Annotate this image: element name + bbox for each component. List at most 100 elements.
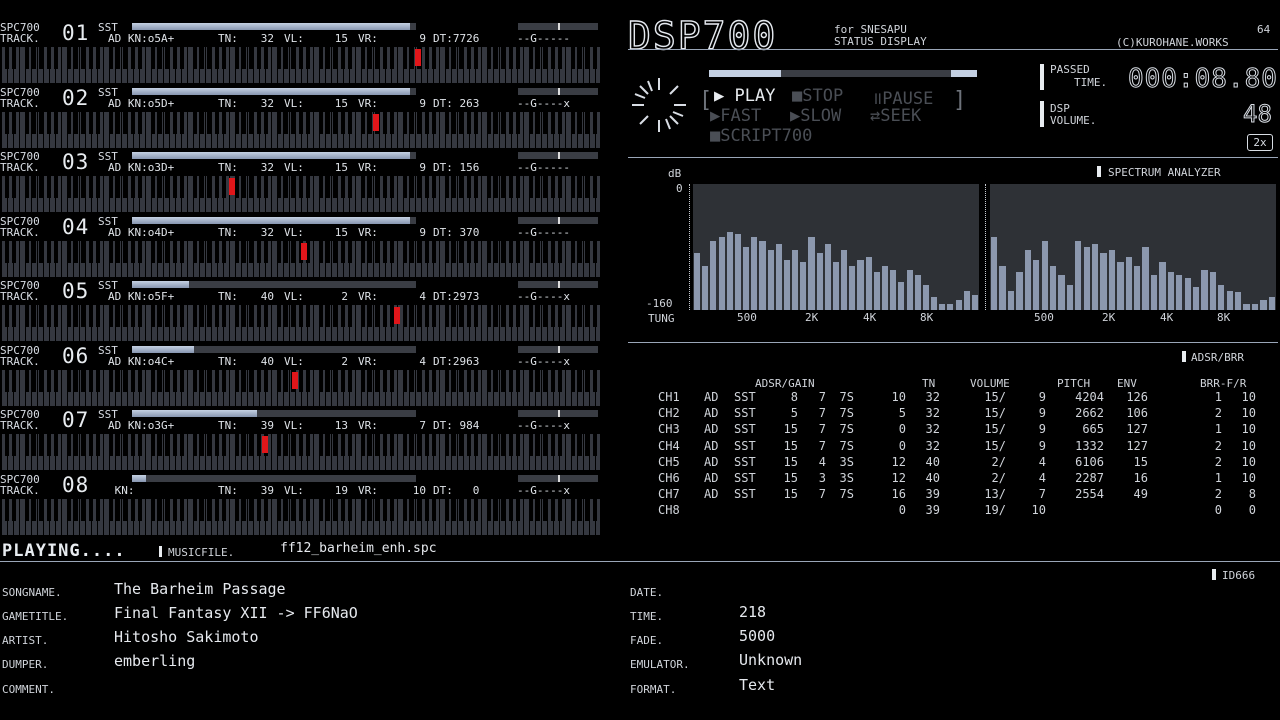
track-vr-value: 9 [419,32,426,45]
track-level-fill [132,23,411,30]
dsp-mult-badge[interactable]: 2x [1247,134,1273,151]
keyboard-keys [2,305,600,341]
track-mask: --G----x [517,483,570,497]
seek-button[interactable]: ⇄SEEK [870,106,921,126]
track-8[interactable]: SPC700 TRACK. 08 KN: TN: 39 VL: 19 VR: 10 DT: 0 --… [0,474,602,538]
musicfile-label: MUSICFILE. [168,546,235,559]
adsr-cell: 15 [783,422,798,437]
adsr-cell: AD [704,422,719,437]
play-label: PLAY [734,86,776,106]
track-level-fill [132,281,189,288]
adsr-cell: 0 [898,422,906,437]
fast-button[interactable]: ▶FAST [710,106,761,126]
track-2[interactable]: SPC700 TRACK. 02 SST AD KN:o5D+ TN: 32 VL: 15 VR:… [0,87,602,151]
track-keyboard[interactable] [2,47,600,83]
track-keyboard[interactable] [2,498,600,535]
track-vr-label: VR: [358,32,378,45]
track-3[interactable]: SPC700 TRACK. 03 SST AD KN:o3D+ TN: 32 VL: 15 VR:… [0,151,602,215]
spectrum-bar [1226,291,1233,310]
fade-value: 5000 [739,627,776,645]
spectrum-title: SPECTRUM ANALYZER [1108,166,1221,179]
track-vl-label: VL: [284,96,304,110]
spectrum-bar [1142,247,1149,310]
adsr-table: CH1 AD SST 8 7 7S 10 32 15/9 4204 126 1 10 CH2 AD SST 5 7… [658,390,1258,522]
slow-button[interactable]: ▶SLOW [790,106,841,126]
header-for: for SNESAPU [834,23,907,36]
adsr-channel-label: CH8 [658,503,680,518]
tune-label: TUNG [648,312,675,325]
spectrum-bar [1007,291,1015,310]
track-params: AD KN:o4C+ [108,356,174,367]
track-keyboard[interactable] [2,111,600,148]
spectrum-tick-label: 500 [737,311,757,324]
play-button[interactable]: ▶ PLAY [714,86,775,106]
track-number: 04 [62,214,90,239]
spectrum-bar [1058,275,1065,310]
adsr-cell: 2287 [1075,471,1104,485]
spectrum-tick-label: 2K [805,311,819,324]
spectrum-bar [1100,253,1107,310]
spectrum-bar [1033,260,1040,310]
track-spc-label: SPC700 [0,214,40,228]
adsr-cell: 32 [925,390,940,404]
track-vr-value: 9 [419,225,426,239]
seek-progress-bar[interactable] [709,70,977,77]
track-4[interactable]: SPC700 TRACK. 04 SST AD KN:o4D+ TN: 32 VL: 15 VR:… [0,216,602,280]
musicfile-name: ff12_barheim_enh.spc [280,541,437,556]
track-6[interactable]: SPC700 TRACK. 06 SST AD KN:o4C+ TN: 40 VL: 2 VR: 4… [0,345,602,409]
spectrum-bar [890,270,897,310]
track-mask: --G----x [517,354,570,368]
adsr-cell: AD [704,406,719,421]
id666-label: ID666 [1222,569,1256,582]
spectrum-bar [734,234,742,310]
adsr-cell: 10 [1241,406,1256,421]
track-pan-tick [558,410,560,417]
track-level-bar [132,410,416,417]
track-keyboard[interactable] [2,369,600,406]
spectrum-bar [1243,304,1250,310]
spectrum-bar [800,262,807,310]
dumper-value: emberling [114,652,196,670]
track-vl-value: 15 [334,225,348,239]
track-params: AD KN:o3G+ [108,420,174,431]
adsr-cell: 7 [818,406,826,421]
spectrum-bar [999,266,1006,310]
track-keyboard[interactable] [2,305,600,341]
spectrum-bar [939,304,946,310]
track-tn-value: 39 [260,419,274,432]
track-label: TRACK. [0,483,40,497]
track-key-marker [394,307,400,324]
adsr-cell: AD [704,454,719,469]
stop-button[interactable]: ■STOP [792,86,843,106]
track-keyboard[interactable] [2,176,600,212]
spectrum-bar [906,270,913,310]
adsr-cell: SST [734,487,756,502]
track-vr-label: VR: [358,96,378,110]
track-7[interactable]: SPC700 TRACK. 07 SST AD KN:o3G+ TN: 39 VL: 13 VR:… [0,409,602,473]
spectrum-bar [775,244,782,310]
track-tn-value: 40 [260,290,274,303]
adsr-cell: SST [734,454,756,469]
spectrum-bar [1083,247,1090,310]
header-credit: (C)KUROHANE.WORKS [1116,36,1229,49]
spectrum-bar [947,304,954,310]
spectrum-bar [955,300,962,310]
script700-button[interactable]: ■SCRIPT700 [710,126,812,146]
track-1[interactable]: SPC700 TRACK. 01 SST AD KN:o5A+ TN: 32 VL: 15 VR:… [0,22,602,86]
track-vl-label: VL: [284,354,304,368]
adsr-channel-label: CH3 [658,422,680,437]
track-keyboard[interactable] [2,434,600,470]
spectrum-bar [931,297,938,310]
adsr-cell: SST [734,471,756,485]
spectrum-bar [832,262,840,310]
track-pan-tick [558,345,560,353]
spectrum-bar [743,247,750,310]
spectrum-bar [1218,285,1225,310]
play-icon: ▶ [714,86,725,106]
track-5[interactable]: SPC700 TRACK. 05 SST AD KN:o5F+ TN: 40 VL: 2 VR: 4… [0,280,602,344]
bracket-right: ] [953,88,967,113]
adsr-cell: SST [734,406,756,421]
adsr-cell: 7S [839,487,854,502]
track-key-marker [373,113,379,131]
track-dt: DT:7726 [433,32,480,45]
